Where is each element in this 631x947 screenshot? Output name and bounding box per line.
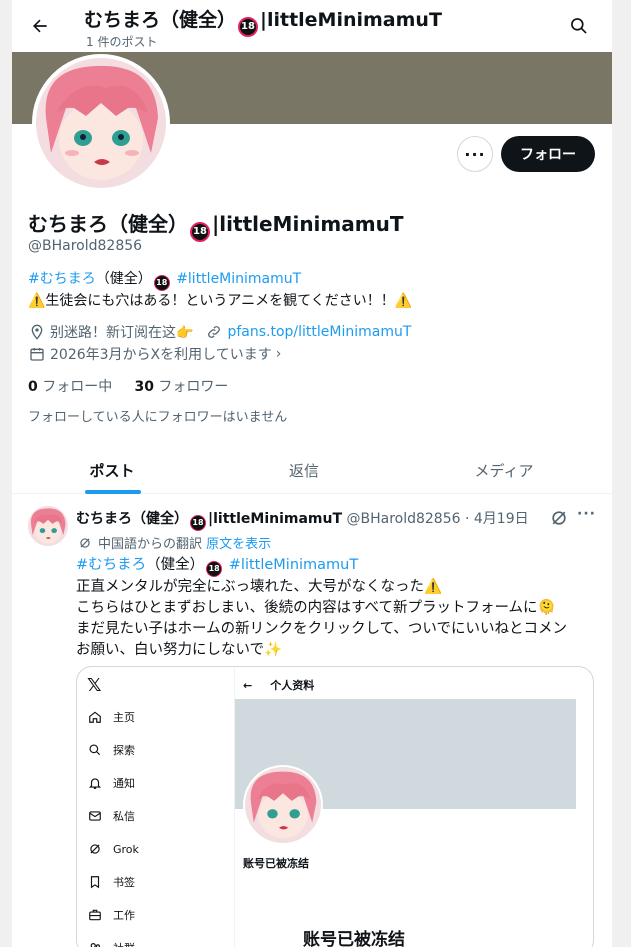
- post-media-image[interactable]: 𝕏 主页 探索 通知 私信 Grok 书签 工作 社群 ←个人资料: [76, 666, 594, 947]
- card-avatar: [243, 765, 323, 845]
- profile-avatar[interactable]: [32, 54, 170, 192]
- adult-badge-icon: 18: [190, 221, 210, 242]
- location-icon: [28, 323, 46, 341]
- follow-stats: 0 フォロー中 30 フォロワー: [28, 376, 228, 396]
- adult-badge-icon: 18: [206, 560, 223, 577]
- tab-media[interactable]: メディア: [396, 446, 612, 494]
- profile-tabs: ポスト 返信 メディア: [12, 446, 612, 494]
- translation-row: 中国語からの翻訳 原文を表示: [76, 533, 271, 552]
- x-logo-icon: 𝕏: [87, 674, 102, 696]
- home-icon: [87, 709, 103, 725]
- arrow-left-icon: [33, 19, 47, 33]
- search-button[interactable]: [564, 11, 594, 41]
- post-line: こちらはひとまずおしまい、後続の内容はすべて新プラットフォームに🫠: [76, 599, 556, 616]
- more-options-button[interactable]: ···: [457, 136, 493, 172]
- card-frozen-heading: 账号已被冻结: [303, 930, 405, 947]
- hashtag-link[interactable]: #むちまろ: [76, 557, 146, 573]
- adult-badge-icon: 18: [190, 514, 206, 531]
- briefcase-icon: [87, 907, 103, 923]
- bell-icon: [87, 775, 103, 791]
- post-handle[interactable]: @BHarold82856: [346, 511, 460, 527]
- mail-icon: [87, 808, 103, 824]
- post-text-fragment: （健全）: [146, 557, 205, 573]
- card-profile-header: ← 个人资料: [243, 678, 315, 693]
- following-stat[interactable]: 0 フォロー中: [28, 379, 112, 395]
- grok-icon: [76, 534, 94, 552]
- grok-icon[interactable]: [549, 508, 569, 528]
- follow-button[interactable]: フォロー: [501, 136, 595, 172]
- post-count: 1 件のポスト: [86, 35, 158, 49]
- arrow-left-icon: ←: [243, 678, 253, 692]
- tab-replies[interactable]: 返信: [212, 446, 396, 494]
- search-icon: [87, 742, 103, 758]
- bio-line-1: #むちまろ（健全） 18 #littleMinimamuT: [28, 268, 301, 291]
- link-icon: [205, 323, 223, 341]
- card-nav-item: 社群: [87, 938, 135, 947]
- card-nav-item: Grok: [87, 839, 139, 859]
- card-sidebar: 𝕏 主页 探索 通知 私信 Grok 书签 工作 社群: [77, 667, 232, 947]
- post-date[interactable]: · 4月19日: [465, 511, 529, 527]
- profile-meta-row: 别迷路！新订阅在这👉 pfans.top/littleMinimamuT: [28, 322, 411, 342]
- profile-name: むちまろ（健全） 18 |littleMinimamuT: [28, 208, 403, 242]
- post-more-button[interactable]: ···: [577, 506, 596, 522]
- calendar-icon: [28, 345, 46, 363]
- hashtag-link[interactable]: #むちまろ: [28, 271, 96, 287]
- post-line: まだ見たい子はホームの新リンクをクリックして、ついでにいいねとコメン: [76, 620, 567, 637]
- card-nav-item: 工作: [87, 905, 135, 925]
- card-nav-item: 书签: [87, 872, 135, 892]
- bookmark-icon: [87, 874, 103, 890]
- adult-badge-icon: 18: [238, 16, 259, 37]
- grok-icon: [87, 841, 103, 857]
- header-title: むちまろ（健全） 18 |littleMinimamuT: [84, 5, 442, 37]
- card-nav-item: 主页: [87, 707, 135, 727]
- post-header: むちまろ（健全） 18 |littleMinimamuT @BHarold82856…: [76, 508, 529, 531]
- tab-posts[interactable]: ポスト: [12, 446, 212, 494]
- followers-stat[interactable]: 30 フォロワー: [134, 379, 228, 395]
- profile-joined-row: 2026年3月からXを利用しています ›: [28, 344, 281, 364]
- profile-handle: @BHarold82856: [28, 238, 143, 254]
- adult-badge-icon: 18: [153, 274, 170, 291]
- profile-joined: 2026年3月からXを利用しています: [50, 347, 272, 363]
- show-original-link[interactable]: 原文を表示: [206, 533, 271, 552]
- profile-page: むちまろ（健全） 18 |littleMinimamuT 1 件のポスト ··· フ…: [12, 0, 612, 947]
- post-line: 正直メンタルが完全にぶっ壊れた、大号がなくなった⚠️: [76, 578, 443, 595]
- card-nav-item: 私信: [87, 806, 135, 826]
- people-icon: [87, 940, 103, 947]
- back-button[interactable]: [24, 10, 56, 42]
- card-nav-item: 通知: [87, 773, 135, 793]
- post-line: お願い、白い努力にしないで✨: [76, 641, 283, 658]
- hashtag-link[interactable]: #littleMinimamuT: [176, 271, 301, 287]
- search-icon: [571, 18, 587, 34]
- translated-from: 中国語からの翻訳: [98, 537, 203, 552]
- card-profile-view: ← 个人资料 账号已被冻结 账号已被冻结: [234, 667, 576, 947]
- card-frozen-label: 账号已被冻结: [243, 857, 309, 870]
- chevron-right-icon[interactable]: ›: [276, 346, 282, 362]
- bio-text: （健全）: [95, 271, 152, 287]
- post-author[interactable]: むちまろ（健全） 18 |littleMinimamuT: [76, 511, 342, 531]
- top-bar: むちまろ（健全） 18 |littleMinimamuT 1 件のポスト: [12, 0, 612, 52]
- post-text: #むちまろ（健全） 18 #littleMinimamuT 正直メンタルが完全にぶ…: [76, 555, 606, 661]
- active-tab-indicator: [85, 490, 141, 494]
- card-nav-item: 探索: [87, 740, 135, 760]
- profile-location: 别迷路！新订阅在这👉: [50, 325, 194, 341]
- bio-line-2: ⚠️生徒会にも穴はある！というアニメを観てください！！⚠️: [28, 293, 413, 309]
- hashtag-link[interactable]: #littleMinimamuT: [229, 557, 358, 573]
- profile-link[interactable]: pfans.top/littleMinimamuT: [227, 324, 411, 340]
- post-avatar[interactable]: [28, 506, 68, 546]
- no-mutual-followers-note: フォローしている人にフォロワーはいません: [28, 410, 288, 425]
